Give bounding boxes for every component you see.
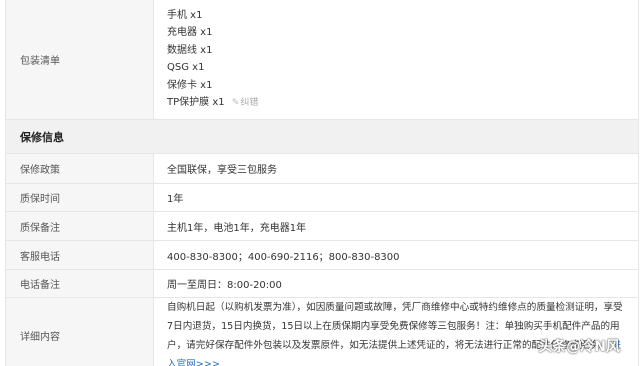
watermark: 头条@冷N风 — [538, 339, 620, 355]
row-value: 主机1年，电池1年，充电器1年 — [167, 222, 307, 234]
package-row: 包装清单 手机 x1 充电器 x1 数据线 x1 QSG x1 保修卡 x1 T… — [6, 0, 638, 120]
package-list: 手机 x1 充电器 x1 数据线 x1 QSG x1 保修卡 x1 TP保护膜 … — [154, 0, 638, 119]
edit-label: 纠错 — [240, 98, 259, 108]
warranty-row: 电话备注 周一至周日：8:00-20:00 — [6, 270, 638, 298]
package-label: 包装清单 — [6, 0, 154, 119]
row-value: 1年 — [167, 194, 184, 205]
row-value: 周一至周日：8:00-20:00 — [167, 280, 282, 291]
warranty-row: 质保时间 1年 — [6, 184, 638, 212]
package-item: 保修卡 x1 — [167, 79, 213, 91]
warranty-row: 客服电话 400-830-8300；400-690-2116；800-830-8… — [6, 241, 638, 270]
row-value: 400-830-8300；400-690-2116；800-830-8300 — [167, 251, 400, 263]
row-key: 客服电话 — [6, 241, 154, 269]
package-item: TP保护膜 x1 — [167, 97, 225, 108]
row-key: 详细内容 — [6, 298, 154, 366]
package-item: 手机 x1 — [167, 9, 203, 21]
edit-link[interactable]: ✎纠错 — [232, 98, 259, 108]
warranty-row: 保修政策 全国联保，享受三包服务 — [6, 154, 638, 184]
row-key: 电话备注 — [6, 270, 154, 297]
spec-table: 包装清单 手机 x1 充电器 x1 数据线 x1 QSG x1 保修卡 x1 T… — [5, 0, 639, 366]
package-item-last: TP保护膜 x1 ✎纠错 — [167, 94, 258, 113]
package-item: QSG x1 — [167, 62, 205, 73]
warranty-row: 质保备注 主机1年，电池1年，充电器1年 — [6, 212, 638, 241]
section-title-warranty: 保修信息 — [6, 120, 638, 154]
package-item: 数据线 x1 — [167, 44, 213, 56]
package-item: 充电器 x1 — [167, 27, 213, 38]
row-value: 全国联保，享受三包服务 — [167, 165, 277, 176]
edit-icon: ✎ — [231, 98, 240, 108]
row-key: 质保时间 — [6, 184, 154, 211]
row-key: 质保备注 — [6, 212, 154, 240]
row-key: 保修政策 — [6, 154, 154, 183]
